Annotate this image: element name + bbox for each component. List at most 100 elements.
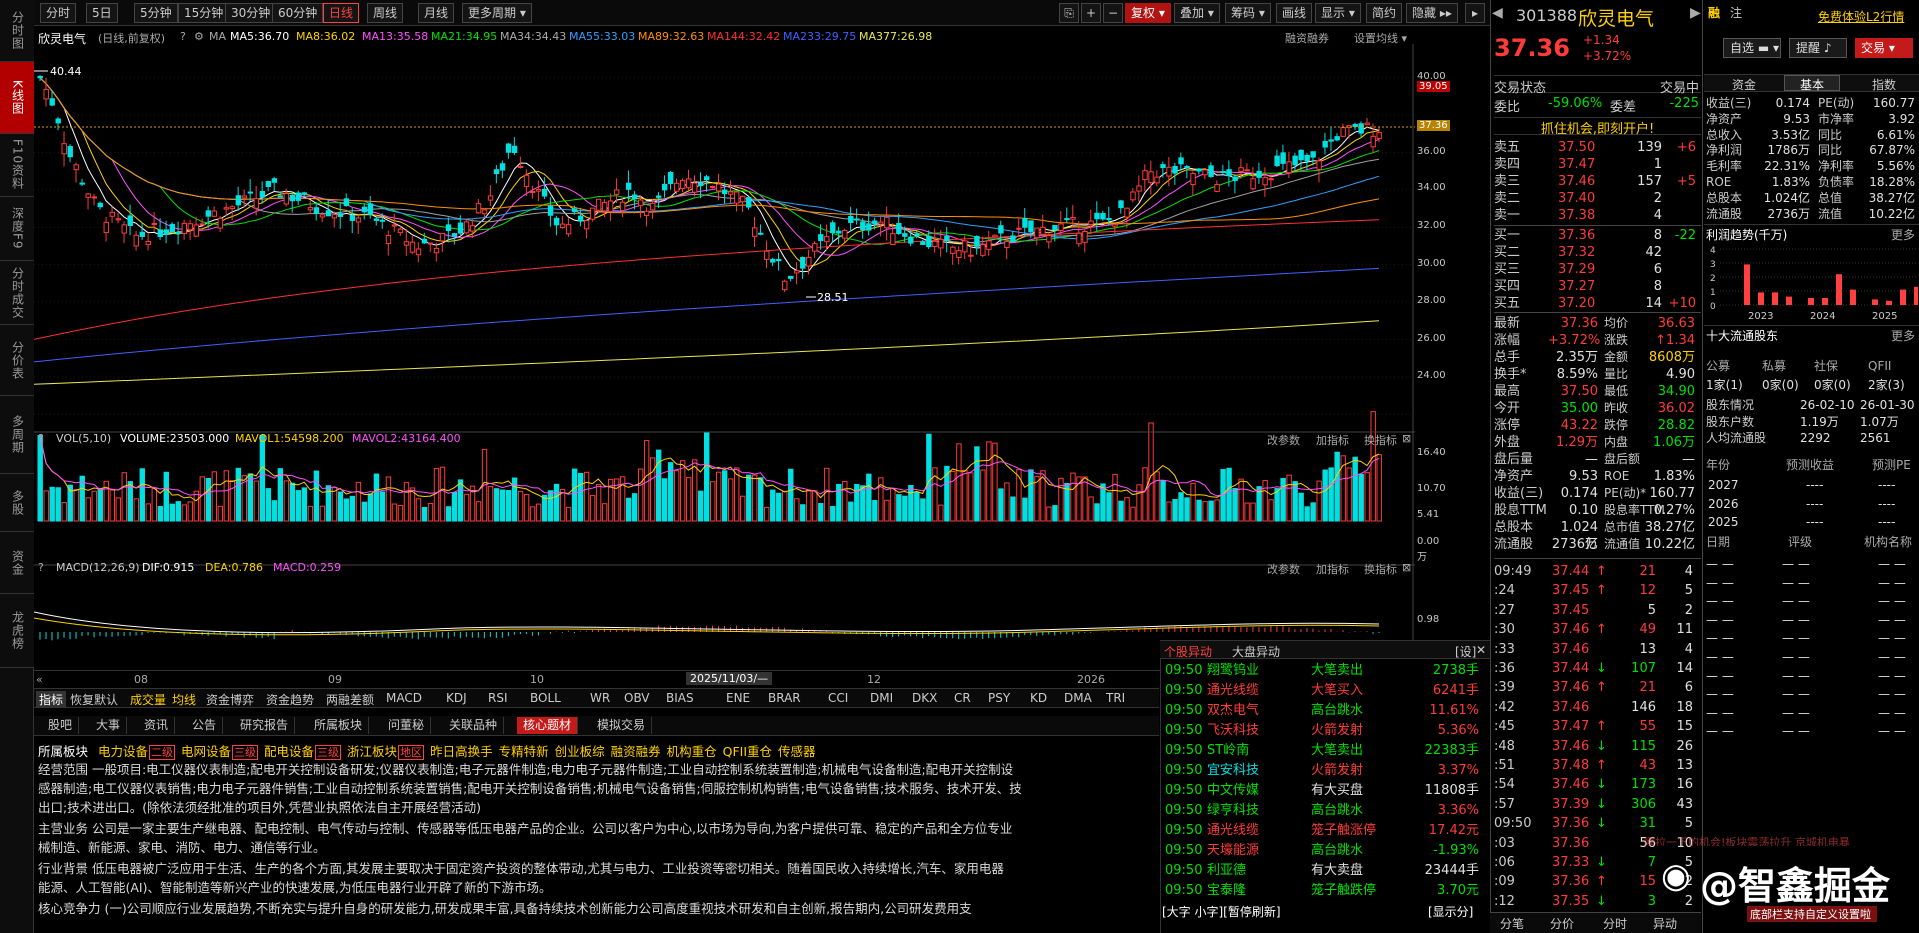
period-month[interactable]: 月线 bbox=[418, 3, 455, 23]
order-book-row[interactable]: 买四 37.27 8 bbox=[1490, 278, 1699, 295]
alert-row[interactable]: 09:50 ST岭南 大笔卖出 22383手 bbox=[1163, 741, 1487, 761]
indicator-tab[interactable]: DKX bbox=[912, 691, 937, 705]
watchlist-button[interactable]: 自选 ▬ ▾ bbox=[1723, 38, 1781, 58]
draw-button[interactable]: 画线 bbox=[1276, 3, 1313, 23]
alert-tab-stock[interactable]: 个股异动 bbox=[1164, 643, 1212, 660]
alert-row[interactable]: 09:50 宜安科技 火箭发射 3.37% bbox=[1163, 761, 1487, 781]
hide-button[interactable]: 隐藏 ▸▸ bbox=[1406, 3, 1458, 23]
indicator-tab[interactable]: 指标 bbox=[36, 691, 67, 708]
alert-row[interactable]: 09:50 宝泰隆 笼子触跌停 3.70元 bbox=[1163, 881, 1487, 901]
indicator-tab[interactable]: 资金博弈 bbox=[206, 691, 254, 708]
collapse-icon[interactable]: ▸ bbox=[1465, 3, 1485, 23]
indicator-tab[interactable]: DMI bbox=[870, 691, 893, 705]
tab-multi-period[interactable]: 多周期 bbox=[0, 396, 34, 474]
tab-intraday[interactable]: 分时 bbox=[1603, 915, 1627, 932]
alert-row[interactable]: 09:50 绿亨科技 高台跳水 3.36% bbox=[1163, 801, 1487, 821]
trade-button[interactable]: 交易 ▾ bbox=[1855, 38, 1913, 58]
scroll-left-icon[interactable]: « bbox=[36, 673, 43, 686]
minus-icon[interactable]: − bbox=[1103, 3, 1123, 23]
alert-settings-button[interactable]: [设] bbox=[1455, 643, 1476, 660]
sector-tag[interactable]: 电力设备 bbox=[98, 744, 148, 759]
tab-deals[interactable]: 分时成交 bbox=[0, 261, 34, 325]
indicator-tab[interactable]: 均线 bbox=[172, 691, 196, 708]
alert-row[interactable]: 09:50 通光线缆 笼子触涨停 17.42元 bbox=[1163, 821, 1487, 841]
period-week[interactable]: 周线 bbox=[367, 3, 404, 23]
open-account-banner[interactable]: 抓住机会,即刻开户! bbox=[1494, 117, 1701, 137]
macd-close-icon[interactable]: ⊠ bbox=[1402, 561, 1411, 574]
tab-price-dist[interactable]: 分价 bbox=[1550, 915, 1574, 932]
alert-row[interactable]: 09:50 中文传媒 有大买盘 11808手 bbox=[1163, 781, 1487, 801]
info-tab[interactable]: 所属板块 bbox=[308, 717, 370, 734]
period-5day[interactable]: 5日 bbox=[86, 3, 118, 23]
info-tab[interactable]: 研究报告 bbox=[234, 717, 296, 734]
plus-icon[interactable]: + bbox=[1081, 3, 1101, 23]
macd-help-icon[interactable]: ? bbox=[38, 561, 44, 574]
indicator-tab[interactable]: ENE bbox=[726, 691, 750, 705]
fuquan-dropdown[interactable]: 复权 ▾ bbox=[1125, 3, 1171, 23]
sector-tag[interactable]: 专精特新 bbox=[499, 744, 549, 759]
tab-multi-stock[interactable]: 多股 bbox=[0, 474, 34, 532]
order-book-row[interactable]: 买二 37.32 42 bbox=[1490, 244, 1699, 261]
order-book-row[interactable]: 买五 37.20 14 +10 bbox=[1490, 295, 1699, 312]
indicator-tab[interactable]: TRI bbox=[1106, 691, 1125, 705]
alert-row[interactable]: 09:50 飞沃科技 火箭发射 5.36% bbox=[1163, 721, 1487, 741]
indicator-tab[interactable]: 恢复默认 bbox=[70, 691, 118, 708]
alert-button[interactable]: 提醒 ♪ bbox=[1789, 38, 1847, 58]
tab-dragon-tiger[interactable]: 龙虎榜 bbox=[0, 594, 34, 668]
info-tab[interactable]: 模拟交易 bbox=[591, 717, 653, 734]
macd-switch-indicator-button[interactable]: 换指标 bbox=[1364, 561, 1397, 577]
alert-show-toggle[interactable]: [显示分] bbox=[1428, 903, 1473, 920]
tab-kline[interactable]: K线图 bbox=[0, 62, 34, 134]
tab-funds[interactable]: 资金 bbox=[0, 532, 34, 594]
settings-icon[interactable]: ⚙ bbox=[194, 30, 204, 43]
info-tab[interactable]: 核心题材 bbox=[517, 717, 579, 734]
vol-params-button[interactable]: 改参数 bbox=[1267, 432, 1300, 448]
prev-stock-icon[interactable]: ◀ bbox=[1492, 5, 1503, 21]
indicator-tab[interactable]: CR bbox=[954, 691, 971, 705]
indicator-tab[interactable]: 资金趋势 bbox=[266, 691, 314, 708]
indicator-tab[interactable]: BRAR bbox=[768, 691, 801, 705]
next-stock-icon[interactable]: ▶ bbox=[1690, 5, 1701, 21]
order-book-row[interactable]: 卖一 37.38 4 bbox=[1490, 207, 1699, 224]
period-5min[interactable]: 5分钟 bbox=[134, 3, 178, 23]
indicator-tab[interactable]: KD bbox=[1030, 691, 1047, 705]
info-tab[interactable]: 资讯 bbox=[138, 717, 176, 734]
fund-tab-index[interactable]: 指数 bbox=[1872, 76, 1896, 93]
info-tab[interactable]: 股吧 bbox=[42, 717, 80, 734]
period-15min[interactable]: 15分钟 bbox=[178, 3, 230, 23]
info-tab[interactable]: 问董秘 bbox=[382, 717, 432, 734]
tab-ticks[interactable]: 分笔 bbox=[1500, 915, 1524, 932]
indicator-tab[interactable]: 两融差额 bbox=[326, 691, 374, 708]
sector-tag[interactable]: 传感器 bbox=[778, 744, 816, 759]
period-day[interactable]: 日线 bbox=[323, 3, 360, 23]
macd-params-button[interactable]: 改参数 bbox=[1267, 561, 1300, 577]
indicator-tab[interactable]: CCI bbox=[828, 691, 848, 705]
order-book-row[interactable]: 卖二 37.40 2 bbox=[1490, 190, 1699, 207]
order-book-row[interactable]: 买一 37.36 8 -22 bbox=[1490, 227, 1699, 244]
sector-tag[interactable]: 昨日高换手 bbox=[430, 744, 493, 759]
holders-more-link[interactable]: 更多 bbox=[1891, 327, 1915, 344]
period-60min[interactable]: 60分钟 bbox=[272, 3, 324, 23]
alert-font-toggle[interactable]: [大字 小字][暂停刷新] bbox=[1162, 903, 1281, 920]
sector-tag[interactable]: 创业板综 bbox=[555, 744, 605, 759]
alert-row[interactable]: 09:50 天壕能源 高台跳水 -1.93% bbox=[1163, 841, 1487, 861]
indicator-tab[interactable]: PSY bbox=[988, 691, 1010, 705]
tab-alert[interactable]: 异动 bbox=[1653, 915, 1677, 932]
display-dropdown[interactable]: 显示 ▾ bbox=[1315, 3, 1361, 23]
order-book-row[interactable]: 买三 37.29 6 bbox=[1490, 261, 1699, 278]
sector-tag[interactable]: 浙江板块 bbox=[347, 744, 397, 759]
indicator-tab[interactable]: MACD bbox=[386, 691, 422, 705]
order-book-row[interactable]: 卖五 37.50 139 +6 bbox=[1490, 139, 1699, 156]
chips-dropdown[interactable]: 筹码 ▾ bbox=[1225, 3, 1271, 23]
alert-tab-market[interactable]: 大盘异动 bbox=[1232, 643, 1280, 660]
info-tab[interactable]: 公告 bbox=[186, 717, 224, 734]
fund-tab-capital[interactable]: 资金 bbox=[1732, 76, 1756, 93]
indicator-tab[interactable]: WR bbox=[590, 691, 610, 705]
alert-row[interactable]: 09:50 通光线缆 大笔买入 6241手 bbox=[1163, 681, 1487, 701]
period-fenshi[interactable]: 分时 bbox=[40, 3, 77, 23]
vol-switch-indicator-button[interactable]: 换指标 bbox=[1364, 432, 1397, 448]
help-icon[interactable]: ? bbox=[180, 30, 186, 43]
indicator-tab[interactable]: BIAS bbox=[666, 691, 694, 705]
period-more[interactable]: 更多周期 ▾ bbox=[462, 3, 532, 23]
alert-row[interactable]: 09:50 翔鹭钨业 大笔卖出 2738手 bbox=[1163, 661, 1487, 681]
